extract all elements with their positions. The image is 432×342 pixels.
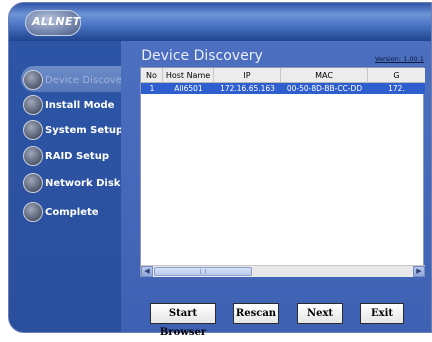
table-header: No Host Name IP MAC G (141, 68, 425, 83)
sidebar-item-raid-setup[interactable]: RAID Setup (23, 144, 121, 168)
cell-no: 1 (149, 84, 155, 93)
sidebar-item-label: Device Discovery (45, 74, 132, 86)
device-table[interactable]: No Host Name IP MAC G 1 All6501 172.16.6… (140, 67, 425, 277)
sidebar-item-system-setup[interactable]: System Setup (23, 118, 124, 142)
sidebar: Device Discovery Install Mode System Set… (9, 41, 132, 332)
cell-mac: 00-50-8D-BB-CC-DD (286, 84, 363, 93)
cell-host-name: All6501 (174, 84, 203, 93)
scroll-thumb[interactable] (154, 267, 252, 276)
version-link[interactable]: Version: 1.00.1 (375, 55, 424, 63)
logo-text: ALLNET (32, 15, 81, 28)
exit-button[interactable]: Exit (360, 303, 404, 324)
rescan-button[interactable]: Rescan (233, 303, 279, 324)
sidebar-item-network-disk[interactable]: Network Disk (23, 171, 121, 195)
step-radio-icon (23, 146, 43, 166)
scroll-right-icon[interactable]: ▶ (413, 266, 425, 277)
sidebar-item-complete[interactable]: Complete (23, 200, 121, 224)
grip-icon (200, 269, 206, 274)
table-row[interactable]: 1 All6501 172.16.65.163 00-50-8D-BB-CC-D… (141, 83, 425, 94)
step-radio-icon (23, 173, 43, 193)
sidebar-item-label: Network Disk (45, 177, 121, 189)
sidebar-item-label: Complete (45, 206, 99, 218)
step-radio-icon (23, 202, 43, 222)
page-title: Device Discovery (141, 48, 263, 64)
column-header-no[interactable]: No (141, 68, 163, 82)
start-browser-button[interactable]: Start Browser (150, 303, 216, 338)
sidebar-item-install-mode[interactable]: Install Mode (23, 93, 121, 117)
column-header-ip[interactable]: IP (214, 68, 281, 82)
horizontal-scrollbar[interactable]: ◀ ▶ (141, 265, 425, 277)
scroll-left-icon[interactable]: ◀ (141, 266, 153, 277)
column-header-host-name[interactable]: Host Name (163, 68, 214, 82)
sidebar-item-device-discovery[interactable]: Device Discovery (23, 68, 132, 92)
column-header-gateway[interactable]: G (368, 68, 425, 82)
sidebar-item-label: System Setup (45, 124, 124, 136)
next-button[interactable]: Next (297, 303, 343, 324)
step-radio-icon (23, 120, 43, 140)
title-bar: ALLNET (9, 3, 431, 41)
cell-ip: 172.16.65.163 (220, 84, 275, 93)
step-radio-icon (23, 95, 43, 115)
sidebar-item-label: Install Mode (45, 99, 115, 111)
cell-gateway: 172. (388, 84, 405, 93)
allnet-logo: ALLNET (25, 10, 81, 36)
step-radio-icon (23, 70, 43, 90)
column-header-mac[interactable]: MAC (281, 68, 368, 82)
sidebar-item-label: RAID Setup (45, 150, 109, 162)
